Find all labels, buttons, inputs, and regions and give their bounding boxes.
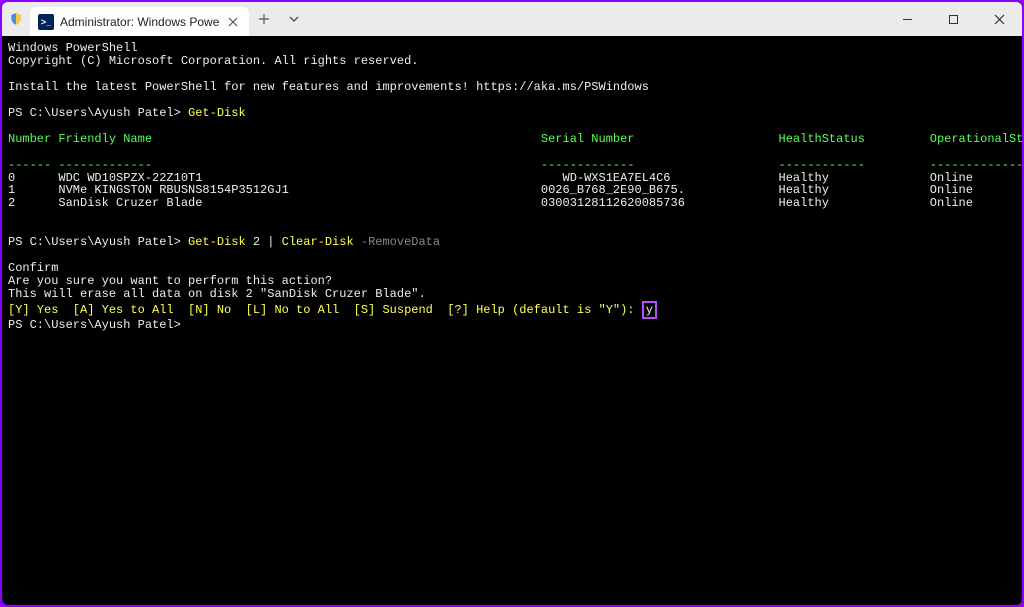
titlebar-left: >_ Administrator: Windows Powe (2, 2, 309, 36)
ps-header-line1: Windows PowerShell (8, 41, 138, 55)
titlebar[interactable]: >_ Administrator: Windows Powe (2, 2, 1022, 36)
cmd-get-disk: Get-Disk (188, 106, 246, 120)
cmd-clear-disk: Clear-Disk (282, 235, 354, 249)
tab-close-button[interactable] (225, 14, 241, 30)
prompt-path-3: PS C:\Users\Ayush Patel> (8, 318, 181, 332)
confirm-options: [Y] Yes [A] Yes to All [N] No [L] No to … (8, 303, 635, 317)
tab-dropdown-button[interactable] (279, 2, 309, 36)
confirm-heading: Confirm (8, 261, 58, 275)
new-tab-button[interactable] (249, 2, 279, 36)
app-window: >_ Administrator: Windows Powe (2, 2, 1022, 605)
disk-row-0: 0 WDC WD10SPZX-22Z10T1 WD-WXS1EA7EL4C6 H… (8, 171, 1022, 185)
prompt-path-1: PS C:\Users\Ayush Patel> (8, 106, 188, 120)
maximize-button[interactable] (930, 2, 976, 36)
user-input-highlight: y (642, 301, 657, 319)
prompt-path-2: PS C:\Users\Ayush Patel> (8, 235, 188, 249)
tab-title: Administrator: Windows Powe (60, 15, 219, 29)
window-controls (884, 2, 1022, 36)
powershell-icon: >_ (38, 14, 54, 30)
disk-row-2: 2 SanDisk Cruzer Blade 03003128112620085… (8, 196, 1022, 210)
table-header-2: Style (8, 145, 1022, 159)
terminal-output[interactable]: Windows PowerShell Copyright (C) Microso… (2, 36, 1022, 605)
user-input-answer: y (646, 303, 653, 317)
confirm-question: Are you sure you want to perform this ac… (8, 274, 332, 288)
uac-shield-icon (2, 12, 30, 26)
confirm-detail: This will erase all data on disk 2 "SanD… (8, 287, 426, 301)
param-removedata: -RemoveData (354, 235, 440, 249)
minimize-button[interactable] (884, 2, 930, 36)
ps-header-line2: Copyright (C) Microsoft Corporation. All… (8, 54, 418, 68)
table-separator: ------ ------------- ------------- -----… (8, 158, 1022, 172)
cmd-get-disk-2: Get-Disk (188, 235, 246, 249)
ps-install-hint: Install the latest PowerShell for new fe… (8, 80, 649, 94)
table-header: Number Friendly Name Serial Number Healt… (8, 132, 1022, 146)
disk-row-1: 1 NVMe KINGSTON RBUSNS8154P3512GJ1 0026_… (8, 183, 1022, 197)
close-button[interactable] (976, 2, 1022, 36)
window-tab[interactable]: >_ Administrator: Windows Powe (30, 7, 249, 36)
